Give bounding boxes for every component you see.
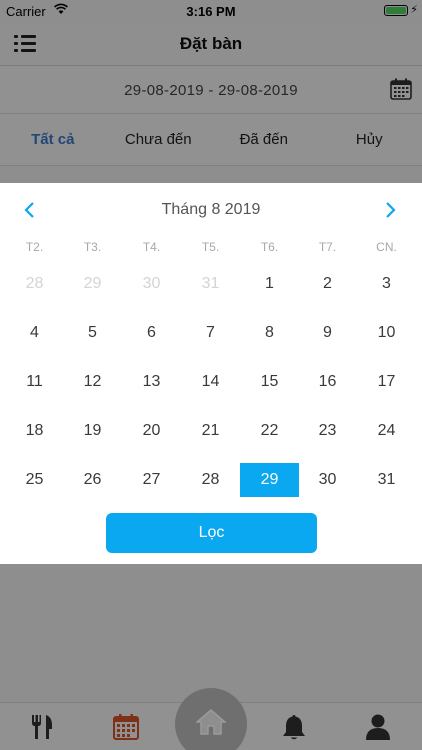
calendar-day[interactable]: 6 — [122, 316, 181, 350]
calendar-day[interactable]: 10 — [357, 316, 416, 350]
calendar-day[interactable]: 25 — [5, 463, 64, 497]
calendar-day[interactable]: 1 — [240, 267, 299, 301]
weekday-label: T4. — [142, 240, 161, 254]
weekday-label: T2. — [25, 240, 44, 254]
home-icon — [196, 709, 226, 735]
calendar-popup: Tháng 8 2019 T2. T3. T4. T5. T6. T7. CN.… — [0, 183, 422, 564]
calendar-day[interactable]: 30 — [122, 267, 181, 301]
calendar-day[interactable]: 17 — [357, 365, 416, 399]
calendar-day[interactable]: 19 — [63, 414, 122, 448]
calendar-day[interactable]: 26 — [63, 463, 122, 497]
calendar-day[interactable]: 16 — [298, 365, 357, 399]
calendar-day[interactable]: 15 — [240, 365, 299, 399]
calendar-day[interactable]: 4 — [5, 316, 64, 350]
weekday-label: T7. — [318, 240, 337, 254]
chevron-right-icon[interactable] — [380, 200, 400, 220]
calendar-day[interactable]: 18 — [5, 414, 64, 448]
calendar-day[interactable]: 22 — [240, 414, 299, 448]
calendar-day[interactable]: 27 — [122, 463, 181, 497]
calendar-day[interactable]: 3 — [357, 267, 416, 301]
home-button[interactable] — [175, 688, 247, 750]
calendar-day[interactable]: 28 — [181, 463, 240, 497]
calendar-day[interactable]: 28 — [5, 267, 64, 301]
calendar-day[interactable]: 21 — [181, 414, 240, 448]
calendar-day[interactable]: 20 — [122, 414, 181, 448]
calendar-day[interactable]: 11 — [5, 365, 64, 399]
calendar-day[interactable]: 29 — [63, 267, 122, 301]
month-title: Tháng 8 2019 — [161, 201, 261, 218]
filter-button[interactable]: Lọc — [106, 513, 317, 553]
calendar-day[interactable]: 23 — [298, 414, 357, 448]
calendar-day[interactable]: 9 — [298, 316, 357, 350]
calendar-day[interactable]: 7 — [181, 316, 240, 350]
calendar-day[interactable]: 31 — [357, 463, 416, 497]
weekday-label: T6. — [260, 240, 279, 254]
weekday-label: CN. — [376, 240, 397, 254]
calendar-day[interactable]: 29 — [240, 463, 299, 497]
calendar-day[interactable]: 5 — [63, 316, 122, 350]
weekday-label: T5. — [201, 240, 220, 254]
calendar-day[interactable]: 2 — [298, 267, 357, 301]
calendar-day[interactable]: 31 — [181, 267, 240, 301]
calendar-day[interactable]: 30 — [298, 463, 357, 497]
calendar-day[interactable]: 14 — [181, 365, 240, 399]
weekday-label: T3. — [83, 240, 102, 254]
calendar-day[interactable]: 24 — [357, 414, 416, 448]
weekday-header: T2. T3. T4. T5. T6. T7. CN. — [0, 240, 422, 256]
calendar-day[interactable]: 13 — [122, 365, 181, 399]
calendar-day[interactable]: 12 — [63, 365, 122, 399]
calendar-day[interactable]: 8 — [240, 316, 299, 350]
